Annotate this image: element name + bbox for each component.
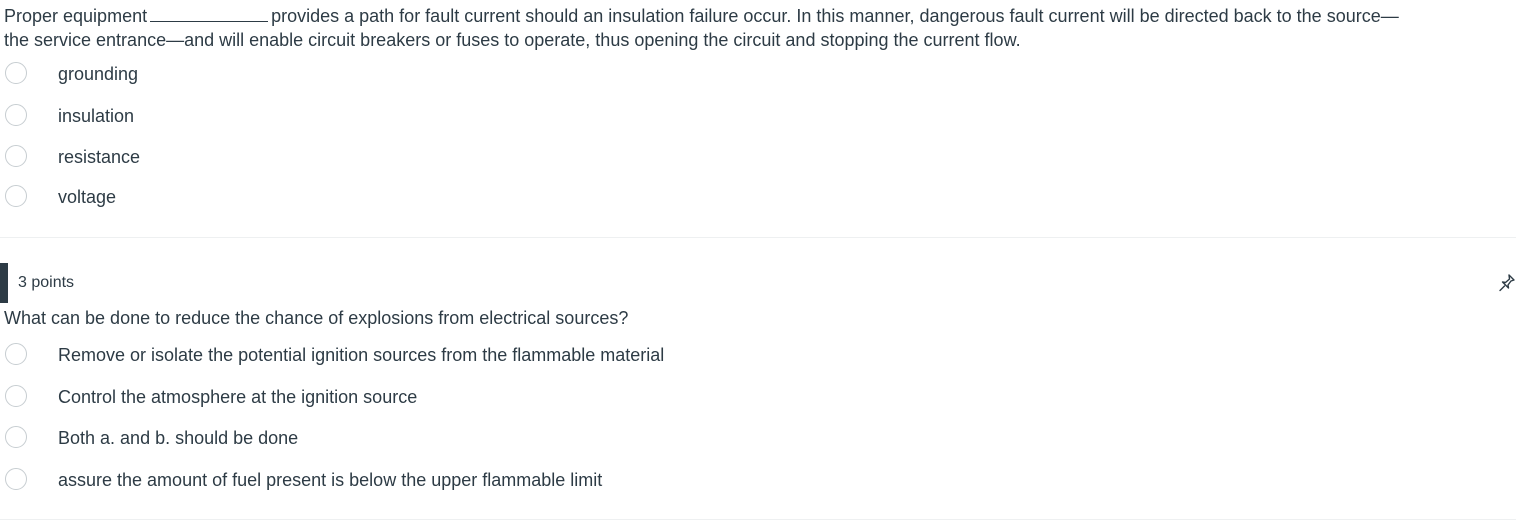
- answer-label: Remove or isolate the potential ignition…: [58, 345, 665, 365]
- pin-icon[interactable]: [1498, 271, 1516, 295]
- quiz-page: Proper equipment provides a path for faul…: [0, 0, 1516, 532]
- radio-empty-icon[interactable]: [5, 426, 27, 448]
- answer-label: grounding: [58, 64, 139, 84]
- question-2-text: What can be done to reduce the chance of…: [4, 308, 629, 328]
- question-2-header: 3 points: [0, 263, 1516, 303]
- answer-option[interactable]: assure the amount of fuel present is bel…: [0, 466, 1100, 496]
- answer-label: voltage: [58, 187, 117, 207]
- question-1-text: Proper equipment provides a path for faul…: [4, 4, 1516, 52]
- question-1-line-2: the service entrance—and will enable cir…: [4, 30, 1021, 50]
- answer-option[interactable]: voltage: [0, 183, 1100, 213]
- question-1-line-1: Proper equipment provides a path for faul…: [4, 4, 1516, 28]
- answer-option[interactable]: Control the atmosphere at the ignition s…: [0, 383, 1100, 413]
- question-divider: [0, 237, 1516, 238]
- answer-label: assure the amount of fuel present is bel…: [58, 470, 603, 490]
- answer-label: Both a. and b. should be done: [58, 428, 299, 448]
- question-1-text-before-blank: Proper equipment: [4, 6, 148, 26]
- question-header-bar: [0, 263, 8, 303]
- radio-empty-icon[interactable]: [5, 145, 27, 167]
- answer-option[interactable]: grounding: [0, 60, 1100, 90]
- question-1-text-after-blank: provides a path for fault current should…: [271, 6, 1399, 26]
- radio-empty-icon[interactable]: [5, 104, 27, 126]
- answer-label: resistance: [58, 147, 141, 167]
- answer-option[interactable]: resistance: [0, 143, 1100, 173]
- radio-empty-icon[interactable]: [5, 343, 27, 365]
- answer-option[interactable]: insulation: [0, 102, 1100, 132]
- answer-label: Control the atmosphere at the ignition s…: [58, 387, 418, 407]
- answer-option[interactable]: Both a. and b. should be done: [0, 424, 1100, 454]
- answer-option[interactable]: Remove or isolate the potential ignition…: [0, 341, 1100, 371]
- question-points: 3 points: [18, 274, 75, 291]
- question-divider: [0, 519, 1516, 520]
- fill-in-blank: [150, 7, 269, 22]
- radio-empty-icon[interactable]: [5, 385, 27, 407]
- radio-empty-icon[interactable]: [5, 468, 27, 490]
- answer-label: insulation: [58, 106, 135, 126]
- radio-empty-icon[interactable]: [5, 62, 27, 84]
- radio-empty-icon[interactable]: [5, 185, 27, 207]
